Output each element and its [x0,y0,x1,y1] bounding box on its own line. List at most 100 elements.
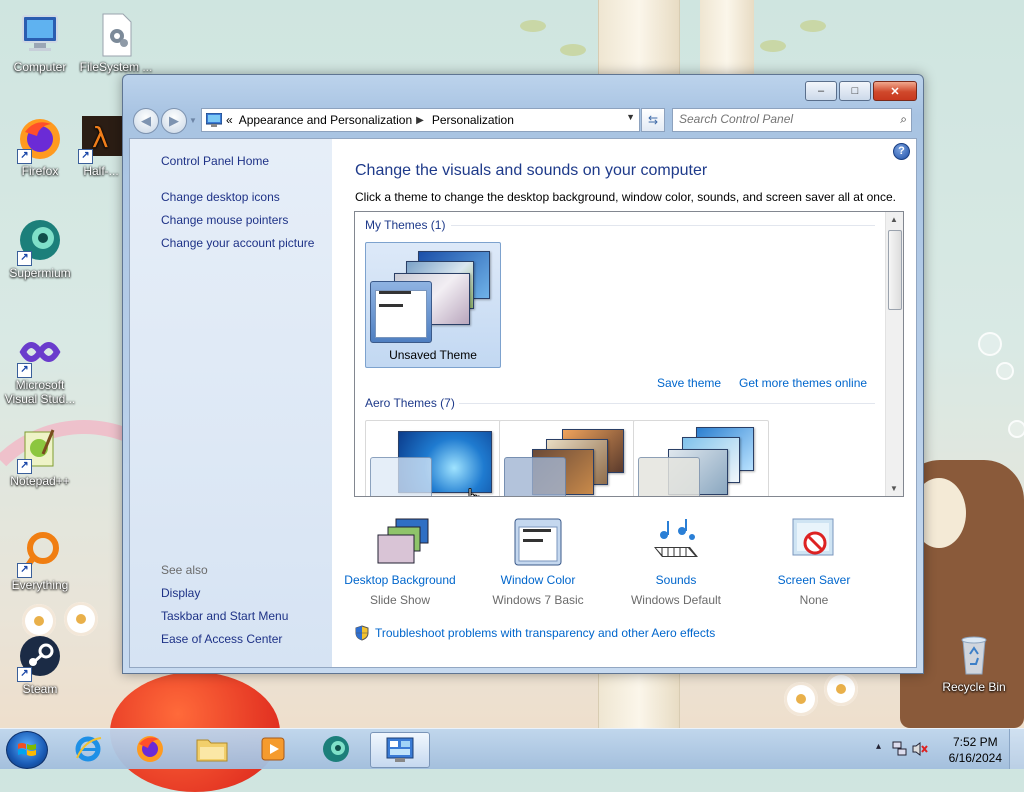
back-button[interactable]: ◀ [133,108,159,134]
taskbar-start-menu-link[interactable]: Taskbar and Start Menu [161,609,288,623]
change-mouse-pointers-link[interactable]: Change mouse pointers [161,213,288,227]
address-bar[interactable]: « Appearance and Personalization ▶ Perso… [201,108,640,132]
show-hidden-icons-button[interactable]: ▴ [876,741,881,752]
search-input[interactable] [673,109,879,129]
display-link[interactable]: Display [161,586,200,600]
forward-arrow-icon: ▶ [169,113,179,128]
search-box[interactable]: ⌕ [672,108,912,132]
window-controls: – □ ✕ [805,81,917,101]
desktop-icon-computer[interactable]: Computer [2,12,78,74]
theme-name: Unsaved Theme [389,348,477,362]
see-also-heading: See also [161,563,208,577]
desktop-icon-label: Microsoft Visual Stud... [4,378,76,406]
theme-architecture[interactable] [499,420,635,496]
section-divider [451,225,875,226]
desktop-icon-label: Half-... [83,164,119,178]
control-panel-home-link[interactable]: Control Panel Home [161,154,269,168]
theme-windows-7[interactable] [365,420,501,496]
window-color-link[interactable]: Window Color [468,573,608,587]
folder-icon [196,739,228,762]
firefox-icon [137,736,163,762]
save-theme-link[interactable]: Save theme [657,376,721,390]
scroll-up-icon[interactable]: ▲ [890,215,898,224]
section-divider [459,403,875,404]
desktop-icon-notepad-plus-plus[interactable]: ↗ Notepad++ [2,426,78,488]
screen-saver-item[interactable]: Screen Saver None [744,517,884,607]
sounds-icon [650,517,702,569]
window-color-value: Windows 7 Basic [492,593,584,607]
aero-themes-header: Aero Themes (7) [365,396,455,410]
desktop-icon-steam[interactable]: ↗ Steam [2,634,78,696]
recent-pages-chevron-icon[interactable]: ▼ [189,116,197,125]
media-player-icon [261,737,285,761]
address-dropdown-icon[interactable]: ▼ [626,112,635,122]
desktop-icon-supermium[interactable]: ↗ Supermium [2,218,78,280]
desktop-icon-filesystem[interactable]: FileSystem ... [78,12,154,74]
desktop-icon-visual-studio[interactable]: ↗ Microsoft Visual Stud... [2,330,78,406]
start-button[interactable] [6,731,48,769]
maximize-button[interactable]: □ [839,81,871,101]
taskbar-firefox[interactable] [124,732,176,766]
troubleshoot-link[interactable]: Troubleshoot problems with transparency … [375,626,715,640]
page-title: Change the visuals and sounds on your co… [355,162,708,179]
wallpaper-bubble [996,362,1014,380]
taskbar-internet-explorer[interactable] [62,732,114,766]
taskbar-control-panel[interactable] [370,732,430,768]
desktop-icon-everything[interactable]: ↗ Everything [2,530,78,592]
window-color-card-line [379,304,403,307]
ease-of-access-link[interactable]: Ease of Access Center [161,632,282,646]
desktop-icon-label: Recycle Bin [942,680,1006,694]
desktop-icon-firefox[interactable]: ↗ Firefox [2,116,78,178]
breadcrumb-appearance[interactable]: Appearance and Personalization [239,113,412,127]
desktop-icon-label: Notepad++ [10,474,70,488]
control-panel-icon [386,737,414,762]
troubleshoot-row[interactable]: Troubleshoot problems with transparency … [355,625,715,641]
theme-unsaved[interactable]: Unsaved Theme [365,242,501,368]
wallpaper-leaf [560,44,586,56]
window-color-item[interactable]: Window Color Windows 7 Basic [468,517,608,607]
svg-text:λ: λ [92,121,109,154]
desktop-background-value: Slide Show [369,593,431,607]
network-icon[interactable] [892,741,908,757]
close-button[interactable]: ✕ [873,81,917,101]
clock-time: 7:52 PM [952,735,998,749]
scrollbar-thumb[interactable] [888,230,902,310]
taskbar-supermium[interactable] [310,732,362,766]
search-icon[interactable]: ⌕ [900,112,907,127]
wallpaper-bubble [1008,420,1024,438]
address-overflow-chevron[interactable]: « [226,113,233,127]
glass-color-card [638,457,700,496]
clock-date: 6/16/2024 [948,751,1002,765]
wallpaper-flower [824,672,858,706]
show-desktop-button[interactable] [1009,729,1024,769]
desktop-background-item[interactable]: Desktop Background Slide Show [330,517,470,607]
volume-muted-icon[interactable] [912,741,928,757]
sounds-link[interactable]: Sounds [606,573,746,587]
taskbar-media-player[interactable] [248,732,300,766]
help-button[interactable]: ? [893,143,910,160]
theme-list[interactable]: My Themes (1) Unsaved Theme Save theme G… [354,211,904,497]
get-more-themes-link[interactable]: Get more themes online [739,376,867,390]
breadcrumb-separator-icon[interactable]: ▶ [416,115,424,126]
desktop-icon-recycle-bin[interactable]: Recycle Bin [936,632,1012,694]
forward-button[interactable]: ▶ [161,108,187,134]
glass-color-card [504,457,566,496]
scroll-down-icon[interactable]: ▼ [890,484,898,493]
change-desktop-icons-link[interactable]: Change desktop icons [161,190,280,204]
theme-characters[interactable] [633,420,769,496]
sounds-item[interactable]: Sounds Windows Default [606,517,746,607]
clock[interactable]: 7:52 PM 6/16/2024 [949,734,1002,766]
desktop-background-link[interactable]: Desktop Background [330,573,470,587]
main-pane: ? Change the visuals and sounds on your … [332,139,916,667]
screen-saver-link[interactable]: Screen Saver [744,573,884,587]
firefox-icon: ↗ [17,116,63,164]
theme-list-scrollbar[interactable]: ▲ ▼ [885,212,903,496]
minimize-button[interactable]: – [805,81,837,101]
refresh-button[interactable]: ⇆ [641,108,665,132]
breadcrumb-personalization[interactable]: Personalization [432,113,514,127]
change-account-picture-link[interactable]: Change your account picture [161,236,314,250]
desktop-icon-half-life[interactable]: λ ↗ Half-... [78,116,124,178]
taskbar-file-explorer[interactable] [186,732,238,766]
page-subtitle: Click a theme to change the desktop back… [355,190,896,204]
desktop-icon-label: Firefox [21,164,59,178]
